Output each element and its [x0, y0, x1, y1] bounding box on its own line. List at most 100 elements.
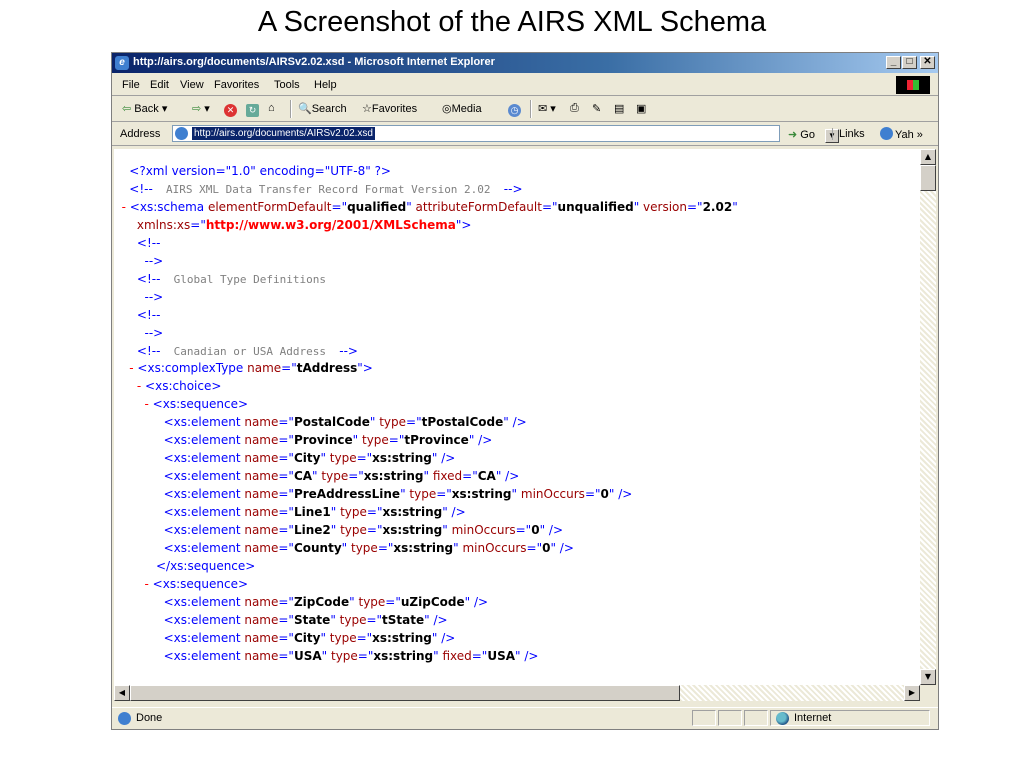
- xml-token: " />: [608, 487, 633, 502]
- xml-token: =": [278, 612, 294, 627]
- horizontal-scrollbar[interactable]: ◀ ▶: [114, 685, 920, 701]
- scroll-up-button[interactable]: ▲: [920, 149, 936, 165]
- xml-token: name: [244, 523, 279, 537]
- menu-view[interactable]: View: [180, 79, 204, 91]
- xml-token: tProvince: [404, 433, 469, 448]
- yahoo-link[interactable]: Yah »: [880, 127, 923, 141]
- xml-token: =": [278, 594, 294, 609]
- status-pane: [692, 710, 716, 726]
- xml-line[interactable]: - <xs:sequence>: [114, 576, 249, 592]
- xml-document-view[interactable]: <?xml version="1.0" encoding="UTF-8" ?> …: [114, 149, 920, 685]
- maximize-button[interactable]: □: [902, 56, 917, 69]
- xml-token: 2.02: [702, 199, 733, 214]
- collapse-toggle[interactable]: -: [122, 200, 130, 214]
- favorites-button[interactable]: ☆Favorites: [362, 102, 417, 115]
- stop-button[interactable]: ✕: [224, 102, 240, 117]
- xml-token: =": [278, 433, 294, 448]
- xml-token: version: [643, 199, 687, 214]
- media-button[interactable]: ◎Media: [442, 102, 482, 115]
- links-button[interactable]: Links: [832, 128, 865, 140]
- xml-line: -->: [114, 325, 164, 341]
- xml-token: type: [340, 505, 367, 520]
- forward-button[interactable]: ⇨ ▾: [192, 102, 210, 115]
- xml-token: =": [348, 469, 364, 484]
- collapse-toggle[interactable]: -: [137, 379, 145, 393]
- discuss-button[interactable]: ▤: [614, 102, 624, 115]
- xml-token: 0: [600, 487, 609, 502]
- xml-token: " />: [431, 630, 456, 645]
- collapse-toggle[interactable]: -: [145, 397, 153, 411]
- scroll-right-button[interactable]: ▶: [904, 685, 920, 701]
- xml-token: =": [366, 612, 383, 627]
- home-icon: ⌂: [268, 102, 275, 114]
- xml-token: tAddress: [296, 361, 358, 376]
- xml-token: =": [278, 523, 294, 537]
- dropdown-arrow-icon: ▾: [161, 103, 168, 115]
- xml-token: <!--: [136, 271, 161, 286]
- xml-line: <!-- AIRS XML Data Transfer Record Forma…: [114, 181, 522, 198]
- horizontal-scroll-thumb[interactable]: [130, 685, 680, 701]
- address-value[interactable]: http://airs.org/documents/AIRSv2.02.xsd: [192, 127, 375, 140]
- history-button[interactable]: ◷: [508, 102, 524, 117]
- xml-line: <xs:element name="USA" type="xs:string" …: [114, 648, 539, 664]
- collapse-toggle[interactable]: -: [145, 577, 153, 591]
- menu-help[interactable]: Help: [314, 79, 337, 91]
- xml-token: =": [515, 523, 532, 537]
- xml-line[interactable]: - <xs:choice>: [114, 378, 222, 394]
- menu-edit[interactable]: Edit: [150, 79, 169, 91]
- print-button[interactable]: ⎙: [570, 102, 579, 115]
- xml-token: =": [687, 199, 703, 214]
- close-button[interactable]: ✕: [920, 56, 935, 69]
- scroll-down-button[interactable]: ▼: [920, 669, 936, 685]
- xml-token: <xs:element: [163, 612, 245, 627]
- address-input[interactable]: http://airs.org/documents/AIRSv2.02.xsd …: [172, 125, 839, 143]
- status-bar: Done Internet: [112, 707, 938, 728]
- refresh-button[interactable]: ↻: [246, 102, 262, 117]
- security-zone: Internet: [794, 712, 832, 724]
- xml-token: minOccurs: [520, 487, 585, 502]
- title-bar[interactable]: e http://airs.org/documents/AIRSv2.02.xs…: [112, 53, 938, 73]
- xml-token: ": [732, 199, 738, 214]
- menu-favorites[interactable]: Favorites: [214, 79, 259, 91]
- edit-button[interactable]: ✎: [592, 102, 601, 115]
- xml-token: =": [462, 469, 478, 484]
- xml-token: type: [329, 630, 357, 645]
- xml-token: minOccurs: [451, 523, 516, 537]
- xml-line: <!-- Canadian or USA Address -->: [114, 343, 358, 360]
- messenger-button[interactable]: ▣: [636, 102, 646, 115]
- xml-token: unqualified: [557, 199, 634, 214]
- xml-token: name: [244, 594, 279, 609]
- xml-token: =": [278, 630, 294, 645]
- menu-tools[interactable]: Tools: [274, 79, 300, 91]
- media-icon: ◎: [442, 103, 452, 115]
- xml-token: ">: [455, 217, 472, 232]
- xml-token: ": [511, 487, 521, 502]
- vertical-scroll-thumb[interactable]: [920, 165, 936, 191]
- search-button[interactable]: 🔍Search: [298, 102, 347, 115]
- xml-token: =": [584, 487, 601, 502]
- xml-line: <xs:element name="Line1" type="xs:string…: [114, 504, 466, 520]
- back-button[interactable]: ⇦ Back ▾: [122, 102, 167, 115]
- xml-token: name: [244, 433, 279, 448]
- xml-token: =": [278, 540, 294, 555]
- minimize-button[interactable]: _: [886, 56, 901, 69]
- home-button[interactable]: ⌂: [268, 102, 275, 114]
- xml-token: xs:string: [372, 451, 432, 466]
- xml-line[interactable]: - <xs:sequence>: [114, 396, 249, 412]
- xml-line: <!-- Global Type Definitions: [114, 271, 326, 288]
- xml-token: =": [377, 540, 394, 555]
- vertical-scrollbar[interactable]: ▲ ▼: [920, 149, 936, 685]
- xml-line: <xs:element name="CA" type="xs:string" f…: [114, 468, 520, 484]
- xml-token: " />: [495, 469, 520, 484]
- xml-line: -->: [114, 289, 164, 305]
- menu-file[interactable]: File: [122, 79, 140, 91]
- xml-token: =": [356, 630, 373, 645]
- xml-line[interactable]: - <xs:schema elementFormDefault="qualifi…: [114, 199, 738, 215]
- xml-token: <xs:schema: [129, 199, 208, 214]
- xml-token: xs:string: [372, 630, 432, 645]
- mail-button[interactable]: ✉ ▾: [538, 102, 556, 115]
- xml-line[interactable]: - <xs:complexType name="tAddress">: [114, 360, 373, 376]
- xml-line: <?xml version="1.0" encoding="UTF-8" ?>: [114, 163, 391, 179]
- scroll-left-button[interactable]: ◀: [114, 685, 130, 701]
- go-button[interactable]: ➜ Go: [788, 128, 815, 141]
